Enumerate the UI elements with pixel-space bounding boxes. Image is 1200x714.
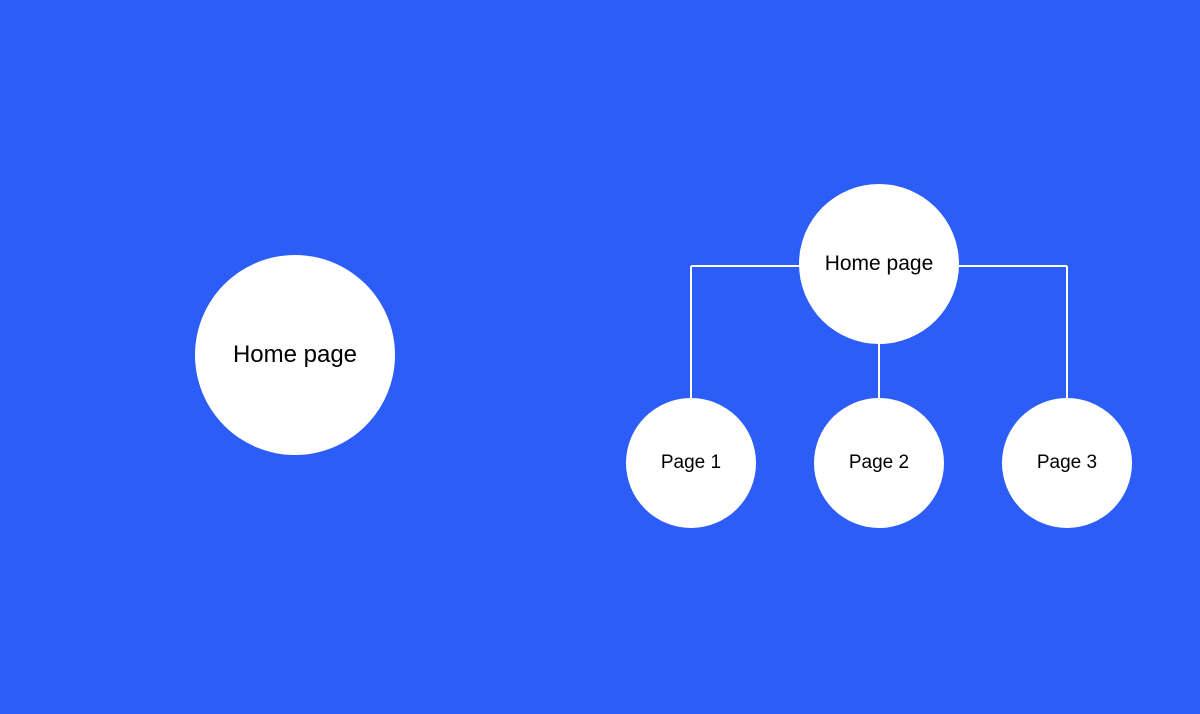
node-page-3-label: Page 3: [1037, 452, 1097, 474]
node-home-left-label: Home page: [233, 341, 357, 369]
node-home-right-label: Home page: [825, 252, 934, 276]
node-page-1-label: Page 1: [661, 452, 721, 474]
node-page-1: Page 1: [626, 398, 756, 528]
node-page-2-label: Page 2: [849, 452, 909, 474]
node-page-2: Page 2: [814, 398, 944, 528]
node-page-3: Page 3: [1002, 398, 1132, 528]
node-home-left: Home page: [195, 255, 395, 455]
node-home-right: Home page: [799, 184, 959, 344]
tree-connectors: [0, 0, 1200, 714]
